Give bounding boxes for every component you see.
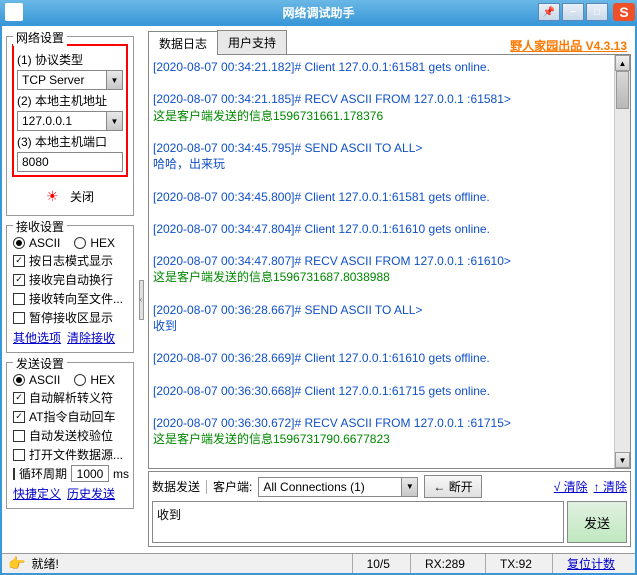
log-line: [2020-08-07 00:34:45.800]# Client 127.0.… <box>153 189 626 205</box>
network-settings-group: 网络设置 (1) 协议类型 TCP Server ▼ (2) 本地主机地址 12… <box>6 36 134 216</box>
port-label: (3) 本地主机端口 <box>17 133 123 150</box>
log-line <box>153 286 626 302</box>
log-line: [2020-08-07 00:34:47.804]# Client 127.0.… <box>153 221 626 237</box>
content-area: 网络设置 (1) 协议类型 TCP Server ▼ (2) 本地主机地址 12… <box>0 24 637 575</box>
chevron-down-icon[interactable]: ▼ <box>401 478 417 496</box>
log-line: [2020-08-07 00:34:47.807]# RECV ASCII FR… <box>153 253 626 269</box>
log-line <box>153 205 626 221</box>
send-loop-check[interactable] <box>13 468 15 480</box>
log-line: [2020-08-07 00:34:45.795]# SEND ASCII TO… <box>153 140 626 156</box>
log-line <box>153 75 626 91</box>
log-line: [2020-08-07 00:36:30.672]# RECV ASCII FR… <box>153 415 626 431</box>
send-hex-radio[interactable] <box>74 374 86 386</box>
window-title: 网络调试助手 <box>282 4 354 21</box>
recv-settings-group: 接收设置 ASCII HEX ✓按日志模式显示 ✓接收完自动换行 接收转向至文件… <box>6 225 134 353</box>
send-openfile-check[interactable] <box>13 449 25 461</box>
reset-counter-link[interactable]: 复位计数 <box>552 554 629 573</box>
brand-link[interactable]: 野人家园出品 V4.3.13 <box>510 37 631 54</box>
vertical-scrollbar[interactable]: ▲ ▼ <box>614 55 630 468</box>
connection-dropdown[interactable]: All Connections (1) ▼ <box>258 477 418 497</box>
group-title-net: 网络设置 <box>13 29 67 46</box>
splitter[interactable]: ‹ <box>138 30 144 569</box>
scroll-thumb[interactable] <box>616 71 629 109</box>
log-line <box>153 334 626 350</box>
app-icon <box>5 3 23 21</box>
log-line: 这是客户端发送的信息1596731661.178376 <box>153 108 626 124</box>
log-line: 哈哈，出来玩 <box>153 156 626 172</box>
tab-bar: 数据日志 用户支持 野人家园出品 V4.3.13 <box>148 30 631 55</box>
log-line: [2020-08-07 00:36:28.669]# Client 127.0.… <box>153 350 626 366</box>
ready-icon: 👉 <box>8 555 25 572</box>
send-ascii-radio[interactable] <box>13 374 25 386</box>
send-history-link[interactable]: 历史发送 <box>67 485 115 502</box>
log-line: [2020-08-07 00:36:28.667]# SEND ASCII TO… <box>153 302 626 318</box>
connected-icon: ☀ <box>46 188 59 204</box>
send-shortcut-link[interactable]: 快捷定义 <box>13 485 61 502</box>
log-line: 收到 <box>153 318 626 334</box>
recv-tofile-check[interactable] <box>13 293 25 305</box>
log-line <box>153 367 626 383</box>
log-line: [2020-08-07 00:36:30.668]# Client 127.0.… <box>153 383 626 399</box>
send-escape-check[interactable]: ✓ <box>13 392 25 404</box>
recv-clear-link[interactable]: 清除接收 <box>67 329 115 346</box>
recv-ascii-radio[interactable] <box>13 237 25 249</box>
scroll-up-icon[interactable]: ▲ <box>615 55 630 71</box>
loop-period-input[interactable] <box>71 465 109 482</box>
status-tx: TX:92 <box>485 554 546 573</box>
highlighted-settings: (1) 协议类型 TCP Server ▼ (2) 本地主机地址 127.0.0… <box>12 44 128 177</box>
send-checksum-check[interactable] <box>13 430 25 442</box>
send-atcr-check[interactable]: ✓ <box>13 411 25 423</box>
tab-data-log[interactable]: 数据日志 <box>148 31 218 55</box>
log-line <box>153 124 626 140</box>
send-area: 数据发送 客户端: All Connections (1) ▼ ← 断开 √ 清… <box>148 471 631 547</box>
recv-other-link[interactable]: 其他选项 <box>13 329 61 346</box>
tab-user-support[interactable]: 用户支持 <box>217 30 287 54</box>
left-panel: 网络设置 (1) 协议类型 TCP Server ▼ (2) 本地主机地址 12… <box>6 30 134 569</box>
log-line: 这是客户端发送的信息1596731790.6677823 <box>153 431 626 447</box>
group-title-recv: 接收设置 <box>13 218 67 235</box>
client-label: 客户端: <box>213 478 252 495</box>
log-area[interactable]: [2020-08-07 00:34:21.182]# Client 127.0.… <box>148 55 631 469</box>
right-panel: 数据日志 用户支持 野人家园出品 V4.3.13 [2020-08-07 00:… <box>148 30 631 569</box>
port-input[interactable]: 8080 <box>17 152 123 172</box>
splitter-handle-icon: ‹ <box>139 280 144 320</box>
host-dropdown[interactable]: 127.0.0.1 ▼ <box>17 111 123 131</box>
pin-button[interactable]: 📌 <box>538 3 560 21</box>
status-ready: 就绪! <box>31 555 58 572</box>
status-ratio: 10/5 <box>352 554 404 573</box>
status-bar: 👉 就绪! 10/5 RX:289 TX:92 复位计数 <box>2 553 635 573</box>
host-label: (2) 本地主机地址 <box>17 92 123 109</box>
recv-hex-radio[interactable] <box>74 237 86 249</box>
log-line: 这是客户端发送的信息1596731687.8038988 <box>153 269 626 285</box>
status-rx: RX:289 <box>410 554 479 573</box>
protocol-dropdown[interactable]: TCP Server ▼ <box>17 70 123 90</box>
log-line <box>153 172 626 188</box>
chevron-down-icon[interactable]: ▼ <box>106 71 122 89</box>
recv-logmode-check[interactable]: ✓ <box>13 255 25 267</box>
maximize-button[interactable]: □ <box>586 3 608 21</box>
scroll-down-icon[interactable]: ▼ <box>615 452 630 468</box>
clear-check-link[interactable]: √ 清除 <box>554 478 588 495</box>
group-title-send: 发送设置 <box>13 355 67 372</box>
log-line: [2020-08-07 00:34:21.182]# Client 127.0.… <box>153 59 626 75</box>
close-button[interactable]: ☀ 关闭 <box>13 184 127 209</box>
log-line <box>153 237 626 253</box>
log-line: [2020-08-07 00:34:21.185]# RECV ASCII FR… <box>153 91 626 107</box>
send-textarea[interactable]: 收到 <box>152 501 564 543</box>
send-settings-group: 发送设置 ASCII HEX ✓自动解析转义符 ✓AT指令自动回车 自动发送校验… <box>6 362 134 509</box>
protocol-label: (1) 协议类型 <box>17 51 123 68</box>
clear-up-link[interactable]: ↑ 清除 <box>594 478 627 495</box>
recv-pause-check[interactable] <box>13 312 25 324</box>
send-button[interactable]: 发送 <box>567 501 627 543</box>
disconnect-button[interactable]: ← 断开 <box>424 475 481 498</box>
log-line <box>153 399 626 415</box>
title-bar[interactable]: 网络调试助手 📌 − □ S <box>0 0 637 24</box>
sogou-ime-icon[interactable]: S <box>613 3 635 21</box>
minimize-button[interactable]: − <box>562 3 584 21</box>
chevron-down-icon[interactable]: ▼ <box>106 112 122 130</box>
app-window: 网络调试助手 📌 − □ S 网络设置 (1) 协议类型 TCP Server … <box>0 0 637 575</box>
send-data-label: 数据发送 <box>152 478 200 495</box>
recv-autowrap-check[interactable]: ✓ <box>13 274 25 286</box>
